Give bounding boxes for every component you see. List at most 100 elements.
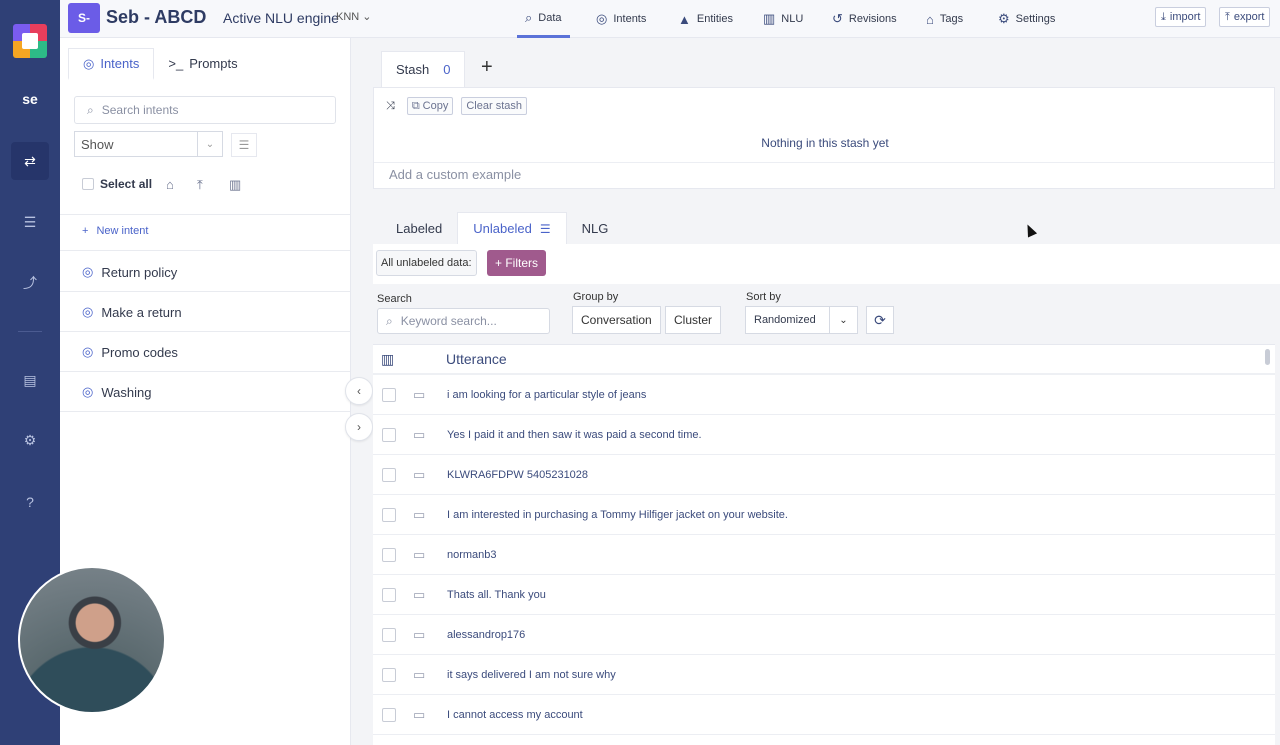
table-row[interactable]: ▭ alessandrop176 (373, 615, 1275, 655)
tab-label: Unlabeled (473, 221, 532, 236)
tab-stash[interactable]: Stash 0 (381, 51, 465, 87)
chat-icon[interactable]: ▭ (413, 707, 433, 723)
utterance-table: ▥ Utterance ▭ i am looking for a particul… (373, 344, 1275, 745)
select-all-label: Select all (100, 177, 153, 191)
clear-filter-icon[interactable]: ☰ (231, 133, 257, 157)
stash-label: Stash (396, 62, 430, 77)
chat-icon[interactable]: ▭ (413, 427, 433, 443)
keyword-search-input[interactable]: ⌕ Keyword search... (377, 308, 550, 334)
chat-icon[interactable]: ▭ (413, 467, 433, 483)
search-icon: ⌕ (87, 102, 94, 117)
add-stash-button[interactable]: + (481, 56, 493, 79)
bar-chart-icon: ▥ (763, 11, 776, 26)
intent-item[interactable]: ◎ Return policy (82, 264, 177, 280)
divider (60, 331, 350, 332)
nav-nlu[interactable]: ▥ NLU (763, 0, 803, 38)
nav-label: Intents (613, 13, 647, 25)
tab-labeled[interactable]: Labeled (381, 212, 457, 244)
search-placeholder: Keyword search... (400, 314, 497, 328)
group-conversation-button[interactable]: Conversation (572, 306, 661, 334)
intent-item[interactable]: ◎ Washing (82, 384, 151, 400)
table-row[interactable]: ▭ Thats all. Thank you (373, 575, 1275, 615)
clear-stash-button[interactable]: Clear stash (461, 97, 527, 115)
table-row[interactable]: ▭ normanb3 (373, 535, 1275, 575)
utterance-header: Utterance (446, 351, 507, 367)
tab-unlabeled[interactable]: Unlabeled ☰ (457, 212, 567, 244)
target-icon: ◎ (596, 11, 608, 26)
refresh-icon[interactable]: ⟳ (866, 306, 894, 334)
tag-icon[interactable]: ⌂ (166, 177, 174, 192)
project-badge[interactable]: S- (68, 3, 100, 33)
scrollbar[interactable] (1265, 349, 1270, 365)
help-icon[interactable]: ? (11, 483, 49, 521)
table-row[interactable]: ▭ i am looking for a particular style of … (373, 375, 1275, 415)
import-button[interactable]: ⤓ import (1155, 7, 1207, 27)
custom-example-input[interactable]: Add a custom example (389, 167, 521, 182)
row-checkbox[interactable] (382, 467, 396, 482)
row-checkbox[interactable] (382, 547, 396, 562)
nav-label: Tags (939, 13, 964, 25)
columns-icon[interactable]: ▥ (381, 351, 413, 368)
workspace-initials[interactable]: se (0, 91, 60, 107)
collapse-left-button[interactable]: ‹ (345, 377, 373, 405)
stash-toolbar: ⤨ ⧉ Copy Clear stash (386, 97, 527, 115)
database-icon[interactable]: ☰ (11, 203, 49, 241)
sort-value: Randomized (754, 314, 816, 326)
nav-data[interactable]: ⌕ Data (517, 0, 570, 38)
group-cluster-button[interactable]: Cluster (665, 306, 722, 334)
new-intent-button[interactable]: + New intent (82, 225, 148, 237)
nav-entities[interactable]: ▲ Entities (678, 0, 733, 38)
chevron-left-icon: ‹ (357, 384, 361, 398)
chevron-right-icon: › (357, 420, 361, 434)
nav-tags[interactable]: ⌂ Tags (926, 0, 963, 38)
tab-nlg[interactable]: NLG (567, 212, 624, 244)
left-tabs: ◎ Intents >_ Prompts (68, 48, 252, 80)
chat-icon[interactable]: ▭ (413, 667, 433, 683)
show-select[interactable]: Show ⌄ (74, 131, 223, 157)
tab-prompts[interactable]: >_ Prompts (154, 48, 251, 80)
chat-icon[interactable]: ▭ (413, 587, 433, 603)
nav-intents[interactable]: ◎ Intents (596, 0, 646, 38)
trash-icon[interactable]: ▥ (229, 177, 241, 193)
engine-select[interactable]: KNN ⌄ (336, 10, 372, 23)
select-all-checkbox[interactable] (82, 178, 94, 190)
select-all[interactable]: Select all (82, 177, 152, 191)
gear-icon: ⚙ (998, 11, 1010, 26)
chat-icon[interactable]: ▭ (413, 547, 433, 563)
table-row[interactable]: ▭ I cannot access my account (373, 695, 1275, 735)
add-filters-button[interactable]: + Filters (487, 250, 547, 276)
intent-item[interactable]: ◎ Make a return (82, 304, 182, 320)
expand-right-button[interactable]: › (345, 413, 373, 441)
chat-icon[interactable]: ▭ (413, 507, 433, 523)
table-row[interactable]: ▭ KLWRA6FDPW 5405231028 (373, 455, 1275, 495)
copy-button[interactable]: ⧉ Copy (406, 97, 454, 115)
table-row[interactable]: ▭ Yes I paid it and then saw it was paid … (373, 415, 1275, 455)
row-checkbox[interactable] (382, 627, 396, 642)
table-row[interactable]: ▭ I am interested in purchasing a Tommy H… (373, 495, 1275, 535)
row-checkbox[interactable] (382, 507, 396, 522)
show-value: Show (81, 136, 114, 152)
route-icon[interactable]: ⤴ (11, 264, 49, 302)
tab-intents[interactable]: ◎ Intents (68, 48, 155, 80)
row-checkbox[interactable] (382, 667, 396, 682)
intent-item[interactable]: ◎ Promo codes (82, 344, 178, 360)
nav-settings[interactable]: ⚙ Settings (998, 0, 1055, 38)
logo-icon[interactable] (13, 24, 47, 58)
intent-search-input[interactable]: ⌕ Search intents (74, 96, 336, 124)
utterance-text: KLWRA6FDPW 5405231028 (447, 468, 589, 481)
shuffle-icon[interactable]: ⤨ (386, 100, 395, 113)
report-icon[interactable]: ▤ (11, 361, 49, 399)
settings-icon[interactable]: ⚙ (11, 421, 49, 459)
row-checkbox[interactable] (382, 387, 396, 402)
swap-icon[interactable]: ⇄ (11, 142, 49, 180)
row-checkbox[interactable] (382, 707, 396, 722)
nav-revisions[interactable]: ↺ Revisions (832, 0, 897, 38)
table-row[interactable]: ▭ it says delivered I am not sure why (373, 655, 1275, 695)
export-button[interactable]: ⤒ export (1219, 7, 1271, 27)
chat-icon[interactable]: ▭ (413, 387, 433, 403)
sort-select[interactable]: Randomized ⌄ (745, 306, 858, 334)
row-checkbox[interactable] (382, 587, 396, 602)
row-checkbox[interactable] (382, 427, 396, 442)
chat-icon[interactable]: ▭ (413, 627, 433, 643)
upload-icon[interactable]: ⤒ (197, 177, 203, 193)
